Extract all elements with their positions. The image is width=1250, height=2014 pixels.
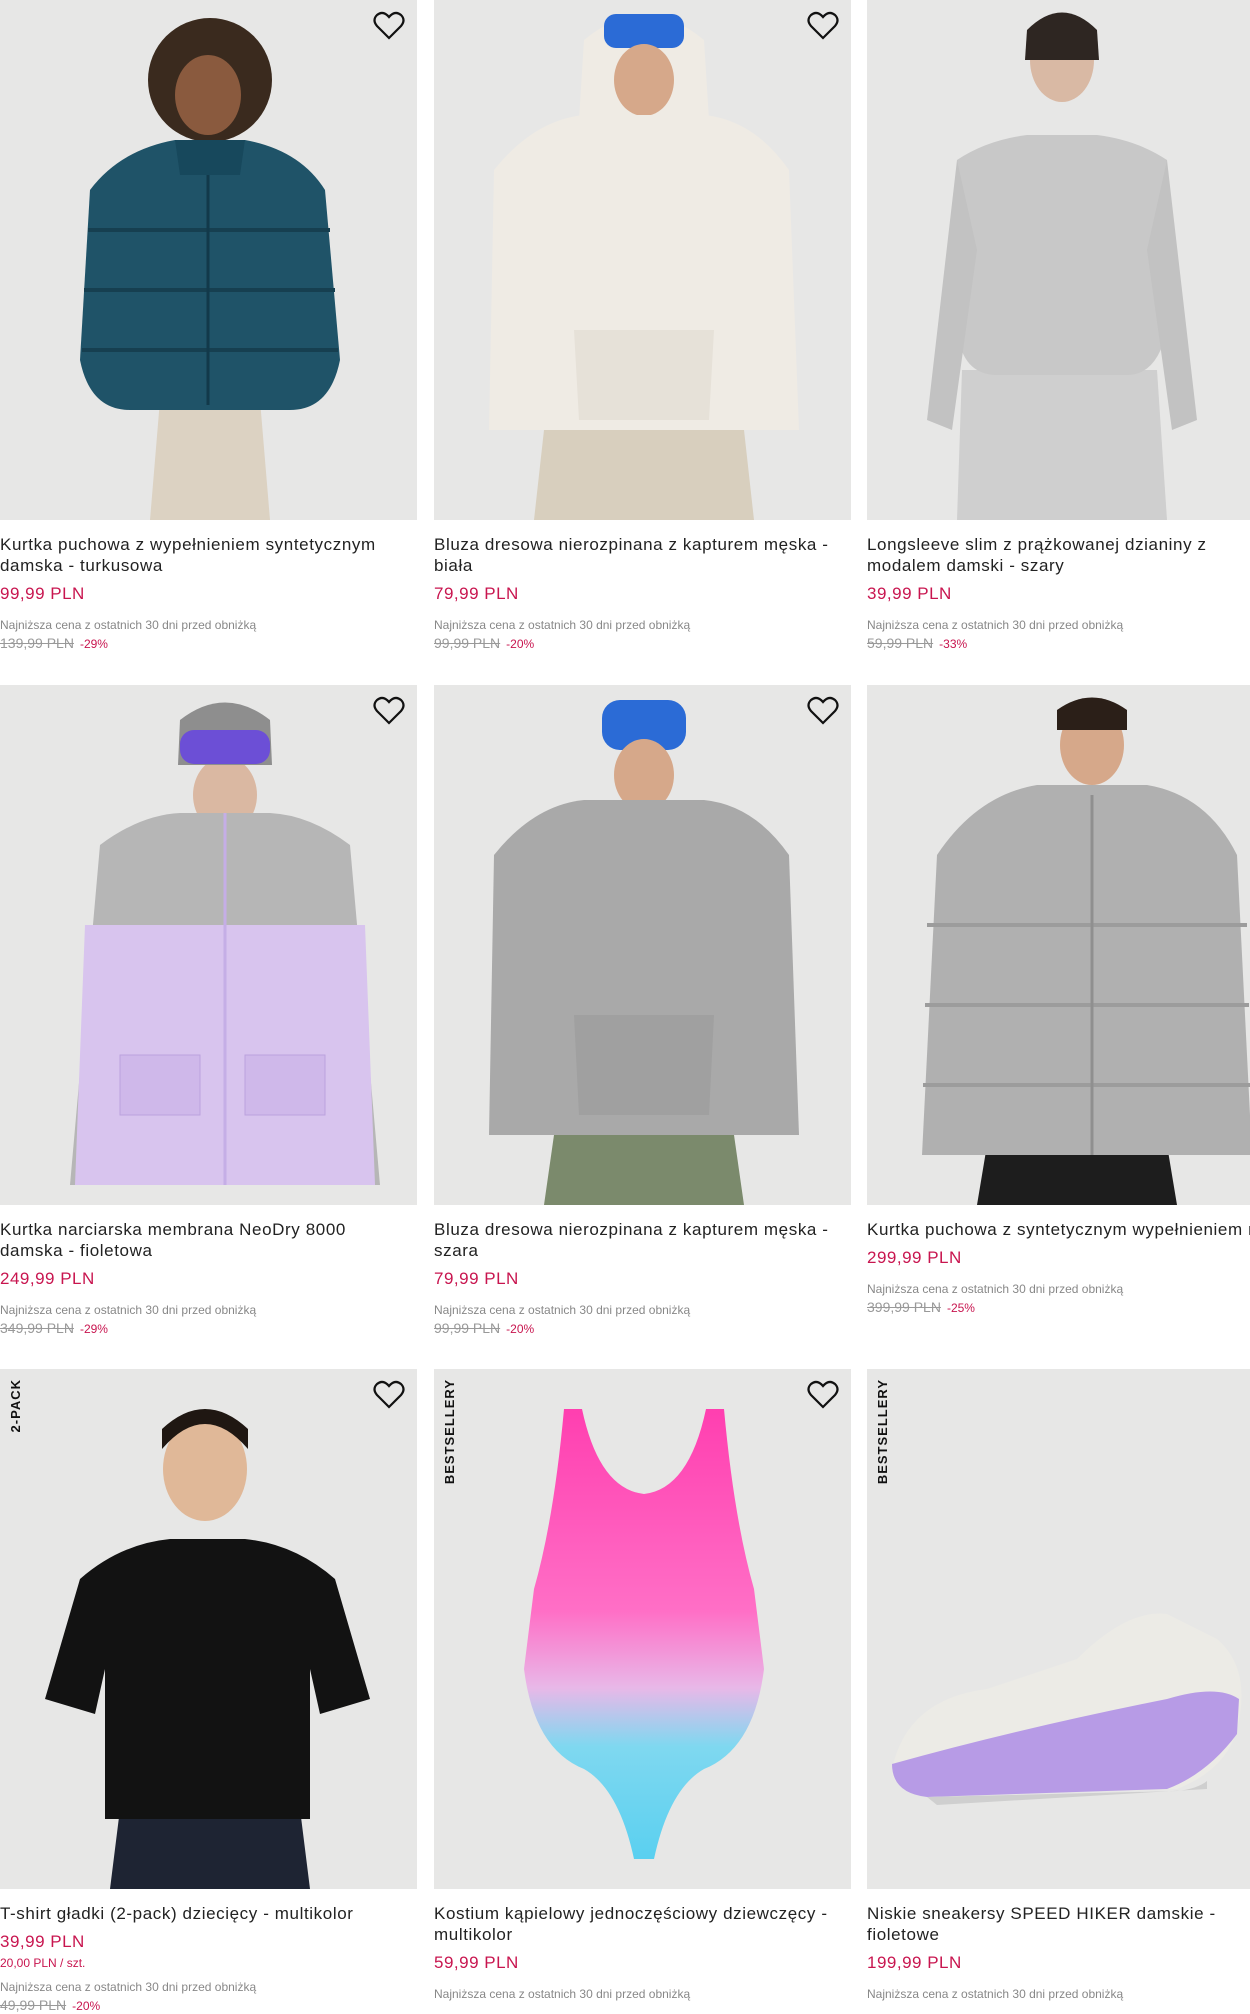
- product-price: 39,99 PLN: [867, 584, 952, 603]
- old-price: 49,99 PLN: [0, 1997, 67, 2013]
- product-price: 79,99 PLN: [434, 1269, 519, 1288]
- old-price-row: 139,99 PLN -29%: [0, 635, 417, 651]
- product-card[interactable]: Kurtka narciarska membrana NeoDry 8000 d…: [0, 685, 417, 1336]
- old-price-row: 99,99 PLN -20%: [434, 1320, 851, 1336]
- product-photo-sneakers: [867, 1369, 1250, 1889]
- product-name[interactable]: T-shirt gładki (2-pack) dziecięcy - mult…: [0, 1903, 417, 1924]
- product-card[interactable]: BESTSELLERY Kostium kąpielowy jednoczęśc…: [434, 1369, 851, 2001]
- product-name[interactable]: Kurtka narciarska membrana NeoDry 8000 d…: [0, 1219, 417, 1261]
- product-name[interactable]: Kostium kąpielowy jednoczęściowy dziewcz…: [434, 1903, 851, 1945]
- product-card[interactable]: 2-PACK T-shirt gładki (2-pack) dziecięcy…: [0, 1369, 417, 2013]
- lowest-price-note: Najniższa cena z ostatnich 30 dni przed …: [867, 1987, 1124, 2001]
- lowest-price-note: Najniższa cena z ostatnich 30 dni przed …: [0, 618, 257, 632]
- lowest-price-note: Najniższa cena z ostatnich 30 dni przed …: [434, 1987, 691, 2001]
- unit-price: 20,00 PLN / szt.: [0, 1956, 86, 1970]
- product-card[interactable]: BESTSELLERY Niskie sneakersy SPEED HIKER…: [867, 1369, 1250, 2001]
- lowest-price-note: Najniższa cena z ostatnich 30 dni przed …: [867, 1282, 1124, 1296]
- old-price-row: 49,99 PLN -20%: [0, 1997, 417, 2013]
- old-price: 399,99 PLN: [867, 1299, 941, 1315]
- discount-badge: -25%: [946, 1301, 975, 1315]
- product-photo-hoodie-grey: [434, 685, 851, 1205]
- old-price-row: 99,99 PLN -20%: [434, 635, 851, 651]
- discount-badge: -29%: [79, 637, 108, 651]
- product-card[interactable]: Kurtka puchowa z wypełnieniem syntetyczn…: [0, 0, 417, 651]
- product-image[interactable]: [434, 685, 851, 1205]
- product-image[interactable]: 2-PACK: [0, 1369, 417, 1889]
- wishlist-heart-icon[interactable]: [371, 8, 407, 44]
- product-card[interactable]: Bluza dresowa nierozpinana z kapturem mę…: [434, 685, 851, 1336]
- wishlist-heart-icon[interactable]: [805, 1377, 841, 1413]
- product-image[interactable]: [0, 0, 417, 520]
- product-photo-puffer-grey: [867, 685, 1250, 1205]
- discount-badge: -33%: [939, 637, 968, 651]
- product-photo-ski-jacket-violet: [0, 685, 417, 1205]
- product-name[interactable]: Bluza dresowa nierozpinana z kapturem mę…: [434, 1219, 851, 1261]
- product-price: 39,99 PLN: [0, 1932, 85, 1951]
- lowest-price-note: Najniższa cena z ostatnich 30 dni przed …: [0, 1980, 257, 1994]
- lowest-price-note: Najniższa cena z ostatnich 30 dni przed …: [0, 1303, 257, 1317]
- discount-badge: -29%: [79, 1322, 108, 1336]
- product-photo-hoodie-white: [434, 0, 851, 520]
- old-price-row: 59,99 PLN -33%: [867, 635, 1250, 651]
- old-price: 349,99 PLN: [0, 1320, 74, 1336]
- product-photo-swimsuit: [434, 1369, 851, 1889]
- old-price: 59,99 PLN: [867, 635, 934, 651]
- product-photo-longsleeve-grey: [867, 0, 1250, 520]
- badge-bestseller: BESTSELLERY: [442, 1379, 457, 1485]
- discount-badge: -20%: [72, 1999, 101, 2013]
- discount-badge: -20%: [506, 1322, 535, 1336]
- product-image[interactable]: BESTSELLERY: [867, 1369, 1250, 1889]
- product-image[interactable]: [0, 685, 417, 1205]
- product-price: 99,99 PLN: [0, 584, 85, 603]
- wishlist-heart-icon[interactable]: [805, 693, 841, 729]
- old-price-row: 349,99 PLN -29%: [0, 1320, 417, 1336]
- product-photo-jacket-teal: [0, 0, 417, 520]
- product-price: 199,99 PLN: [867, 1953, 962, 1972]
- product-card[interactable]: Bluza dresowa nierozpinana z kapturem mę…: [434, 0, 851, 651]
- badge-2-pack: 2-PACK: [8, 1379, 23, 1433]
- product-price: 79,99 PLN: [434, 584, 519, 603]
- product-image[interactable]: [867, 0, 1250, 520]
- product-name[interactable]: Kurtka puchowa z wypełnieniem syntetyczn…: [0, 534, 417, 576]
- lowest-price-note: Najniższa cena z ostatnich 30 dni przed …: [867, 618, 1124, 632]
- product-name[interactable]: Niskie sneakersy SPEED HIKER damskie - f…: [867, 1903, 1250, 1945]
- product-card[interactable]: Longsleeve slim z prążkowanej dzianiny z…: [867, 0, 1250, 651]
- product-image[interactable]: [867, 685, 1250, 1205]
- old-price: 139,99 PLN: [0, 635, 74, 651]
- product-card[interactable]: Kurtka puchowa z syntetycznym wypełnieni…: [867, 685, 1250, 1315]
- badge-bestseller: BESTSELLERY: [875, 1379, 890, 1485]
- product-name[interactable]: Bluza dresowa nierozpinana z kapturem mę…: [434, 534, 851, 576]
- lowest-price-note: Najniższa cena z ostatnich 30 dni przed …: [434, 618, 691, 632]
- wishlist-heart-icon[interactable]: [805, 8, 841, 44]
- discount-badge: -20%: [506, 637, 535, 651]
- wishlist-heart-icon[interactable]: [371, 1377, 407, 1413]
- old-price: 99,99 PLN: [434, 1320, 501, 1336]
- product-image[interactable]: BESTSELLERY: [434, 1369, 851, 1889]
- product-price: 299,99 PLN: [867, 1248, 962, 1267]
- product-price: 59,99 PLN: [434, 1953, 519, 1972]
- product-name[interactable]: Kurtka puchowa z syntetycznym wypełnieni…: [867, 1219, 1250, 1240]
- product-image[interactable]: [434, 0, 851, 520]
- product-name[interactable]: Longsleeve slim z prążkowanej dzianiny z…: [867, 534, 1250, 576]
- lowest-price-note: Najniższa cena z ostatnich 30 dni przed …: [434, 1303, 691, 1317]
- product-price: 249,99 PLN: [0, 1269, 95, 1288]
- product-photo-tshirt-black: [0, 1369, 417, 1889]
- old-price: 99,99 PLN: [434, 635, 501, 651]
- wishlist-heart-icon[interactable]: [371, 693, 407, 729]
- old-price-row: 399,99 PLN -25%: [867, 1299, 1250, 1315]
